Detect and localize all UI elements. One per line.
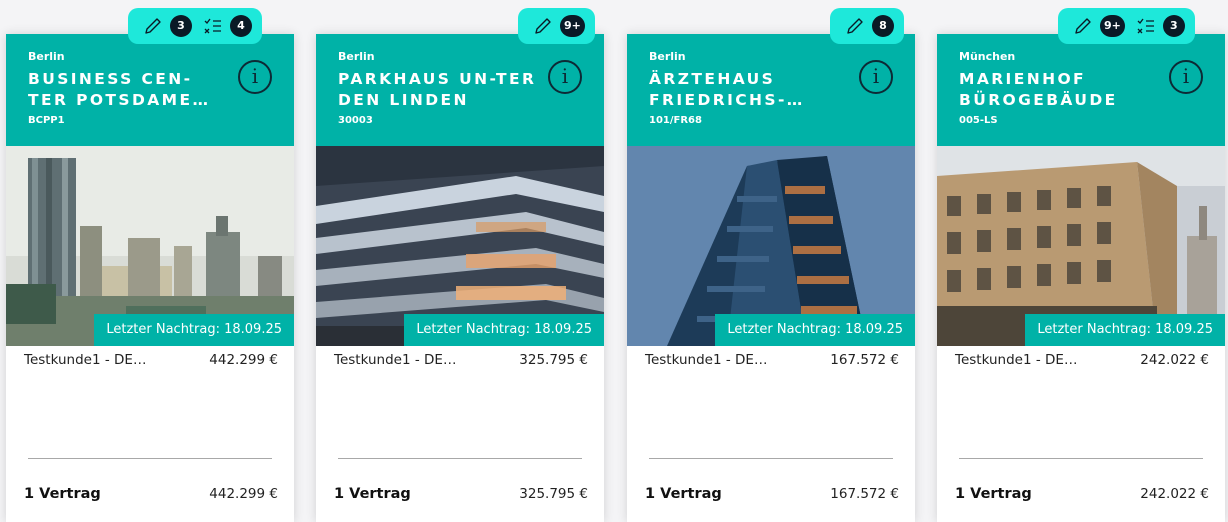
pencil-icon[interactable] [142, 15, 164, 37]
pencil-icon[interactable] [1072, 15, 1094, 37]
card-header: Berlin PARKHAUS UN-TER DEN LINDEN 30003 … [316, 34, 604, 146]
customer-row: Testkunde1 - DE… 167.572 € [645, 352, 899, 368]
card-header: Berlin BUSINESS CEN-TER POTSDAME… BCPP1 … [6, 34, 294, 146]
edits-group[interactable]: 9+ [532, 15, 585, 37]
property-card[interactable]: München MARIENHOF BÜROGEBÄUDE 005-LS i L… [937, 34, 1225, 522]
edit-count-badge: 3 [170, 15, 192, 37]
tower-facade-photo: Letzter Nachtrag: 18.09.25 [627, 146, 915, 346]
edits-group[interactable]: 3 [142, 15, 192, 37]
tasks-group[interactable]: 3 [1135, 15, 1185, 37]
card-activity-pill: 9+ [518, 8, 595, 44]
checklist-icon[interactable] [1135, 15, 1157, 37]
checklist-icon[interactable] [202, 15, 224, 37]
card-code: 101/FR68 [649, 115, 702, 126]
property-card[interactable]: Berlin BUSINESS CEN-TER POTSDAME… BCPP1 … [6, 34, 294, 522]
property-card-grid: Berlin BUSINESS CEN-TER POTSDAME… BCPP1 … [0, 0, 1228, 522]
contracts-row: 1 Vertrag 442.299 € [24, 486, 278, 502]
pencil-icon[interactable] [532, 15, 554, 37]
customer-amount: 242.022 € [1140, 352, 1209, 368]
last-amendment-badge: Letzter Nachtrag: 18.09.25 [715, 314, 915, 346]
parking-garage-photo: Letzter Nachtrag: 18.09.25 [316, 146, 604, 346]
info-icon[interactable]: i [238, 60, 272, 94]
contracts-row: 1 Vertrag 242.022 € [955, 486, 1209, 502]
card-code: BCPP1 [28, 115, 65, 126]
card-activity-pill: 3 4 [128, 8, 262, 44]
card-code: 005-LS [959, 115, 998, 126]
contracts-total: 325.795 € [519, 486, 588, 502]
divider [649, 458, 893, 459]
contracts-row: 1 Vertrag 325.795 € [334, 486, 588, 502]
edit-count-badge: 9+ [560, 15, 585, 37]
property-card[interactable]: Berlin PARKHAUS UN-TER DEN LINDEN 30003 … [316, 34, 604, 522]
contract-count: 1 Vertrag [955, 486, 1032, 502]
contracts-total: 167.572 € [830, 486, 899, 502]
contract-count: 1 Vertrag [24, 486, 101, 502]
historic-building-photo: Letzter Nachtrag: 18.09.25 [937, 146, 1225, 346]
info-icon[interactable]: i [548, 60, 582, 94]
divider [959, 458, 1203, 459]
task-count-badge: 4 [230, 15, 252, 37]
customer-name: Testkunde1 - DE… [645, 352, 768, 368]
edits-group[interactable]: 9+ [1072, 15, 1125, 37]
customer-amount: 442.299 € [209, 352, 278, 368]
card-header: München MARIENHOF BÜROGEBÄUDE 005-LS i [937, 34, 1225, 146]
contract-count: 1 Vertrag [334, 486, 411, 502]
card-code: 30003 [338, 115, 373, 126]
card-title: MARIENHOF BÜROGEBÄUDE [959, 70, 1118, 109]
edit-count-badge: 8 [872, 15, 894, 37]
card-title: ÄRZTEHAUS FRIEDRICHS-… [649, 70, 805, 109]
customer-name: Testkunde1 - DE… [955, 352, 1078, 368]
card-activity-pill: 9+ 3 [1058, 8, 1195, 44]
customer-row: Testkunde1 - DE… 242.022 € [955, 352, 1209, 368]
last-amendment-badge: Letzter Nachtrag: 18.09.25 [1025, 314, 1225, 346]
card-header: Berlin ÄRZTEHAUS FRIEDRICHS-… 101/FR68 i [627, 34, 915, 146]
card-title: BUSINESS CEN-TER POTSDAME… [28, 70, 211, 109]
last-amendment-badge: Letzter Nachtrag: 18.09.25 [94, 314, 294, 346]
divider [338, 458, 582, 459]
card-activity-pill: 8 [830, 8, 904, 44]
info-icon[interactable]: i [1169, 60, 1203, 94]
customer-name: Testkunde1 - DE… [24, 352, 147, 368]
customer-row: Testkunde1 - DE… 325.795 € [334, 352, 588, 368]
contracts-total: 242.022 € [1140, 486, 1209, 502]
last-amendment-badge: Letzter Nachtrag: 18.09.25 [404, 314, 604, 346]
card-title: PARKHAUS UN-TER DEN LINDEN [338, 70, 537, 109]
property-card[interactable]: Berlin ÄRZTEHAUS FRIEDRICHS-… 101/FR68 i [627, 34, 915, 522]
contract-count: 1 Vertrag [645, 486, 722, 502]
contracts-total: 442.299 € [209, 486, 278, 502]
customer-row: Testkunde1 - DE… 442.299 € [24, 352, 278, 368]
skyline-photo: Letzter Nachtrag: 18.09.25 [6, 146, 294, 346]
edits-group[interactable]: 8 [844, 15, 894, 37]
info-icon[interactable]: i [859, 60, 893, 94]
customer-name: Testkunde1 - DE… [334, 352, 457, 368]
task-count-badge: 3 [1162, 15, 1185, 37]
customer-amount: 167.572 € [830, 352, 899, 368]
pencil-icon[interactable] [844, 15, 866, 37]
customer-amount: 325.795 € [519, 352, 588, 368]
edit-count-badge: 9+ [1100, 15, 1125, 37]
tasks-group[interactable]: 4 [202, 15, 252, 37]
contracts-row: 1 Vertrag 167.572 € [645, 486, 899, 502]
divider [28, 458, 272, 459]
